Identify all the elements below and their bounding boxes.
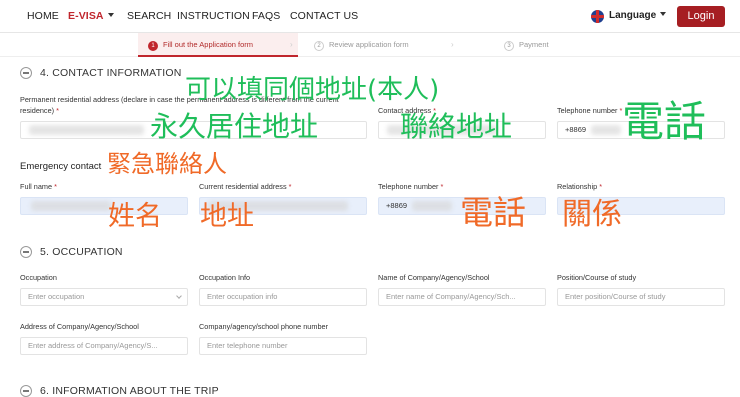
step-3-number: 3: [504, 41, 514, 51]
company-address-label: Address of Company/Agency/School: [20, 322, 139, 331]
step-1-number: 1: [148, 41, 158, 51]
nav-evisa[interactable]: E-VISA: [68, 10, 114, 22]
nav-home[interactable]: HOME: [27, 10, 59, 22]
annotation-same-address: 可以填同個地址(本人): [185, 75, 440, 105]
telephone-value: +8869: [565, 125, 587, 134]
required-mark: *: [54, 182, 57, 191]
telephone-label-text: Telephone number: [557, 106, 618, 115]
emergency-full-name-field[interactable]: [20, 197, 188, 215]
step-3[interactable]: 3 Payment: [504, 40, 549, 51]
full-name-label-text: Full name: [20, 182, 53, 191]
step-2[interactable]: 2 Review application form: [314, 40, 409, 51]
company-name-input[interactable]: Enter name of Company/Agency/Sch...: [378, 288, 546, 306]
collapse-icon[interactable]: [20, 67, 32, 79]
full-name-label: Full name *: [20, 181, 57, 192]
current-address-label-text: Current residential address: [199, 182, 287, 191]
uk-flag-icon: [591, 10, 604, 23]
redacted-text: [29, 125, 144, 135]
step-1-label: Fill out the Application form: [163, 40, 254, 49]
occupation-placeholder: Enter occupation: [28, 292, 85, 301]
position-input[interactable]: Enter position/Course of study: [557, 288, 725, 306]
chevron-down-icon: [660, 12, 667, 16]
nav-contact-us[interactable]: CONTACT US: [290, 10, 358, 22]
step-2-number: 2: [314, 41, 324, 51]
emergency-phone-value: +8869: [386, 201, 408, 210]
annotation-relationship: 關係: [562, 197, 622, 232]
language-selector[interactable]: Language: [609, 10, 667, 21]
emergency-phone-label: Telephone number *: [378, 181, 443, 192]
step-2-label: Review application form: [329, 40, 409, 49]
chevron-right-icon: ›: [451, 40, 454, 49]
position-label: Position/Course of study: [557, 273, 637, 282]
annotation-permanent-address: 永久居住地址: [150, 110, 319, 143]
emergency-contact-title: Emergency contact: [20, 161, 102, 172]
section-trip-title: 6. INFORMATION ABOUT THE TRIP: [40, 385, 219, 397]
chevron-down-icon: [176, 293, 182, 299]
login-button[interactable]: Login: [677, 6, 725, 27]
required-mark: *: [288, 182, 292, 191]
current-address-label: Current residential address *: [199, 181, 291, 192]
company-name-label: Name of Company/Agency/School: [378, 273, 490, 282]
company-phone-label: Company/agency/school phone number: [199, 322, 328, 331]
telephone-label: Telephone number *: [557, 105, 622, 116]
step-1[interactable]: 1 Fill out the Application form: [148, 40, 253, 51]
chevron-down-icon: [107, 13, 114, 17]
collapse-icon[interactable]: [20, 385, 32, 397]
annotation-emergency-contact: 緊急聯絡人: [107, 150, 227, 178]
nav-instruction[interactable]: INSTRUCTION: [177, 10, 250, 22]
redacted-text: [412, 201, 452, 211]
occupation-select[interactable]: Enter occupation: [20, 288, 188, 306]
relationship-label: Relationship *: [557, 181, 602, 192]
emergency-phone-label-text: Telephone number: [378, 182, 439, 191]
occupation-info-label: Occupation Info: [199, 273, 251, 282]
annotation-phone: 電話: [622, 97, 707, 146]
collapse-icon[interactable]: [20, 246, 32, 258]
annotation-phone-2: 電話: [460, 193, 526, 232]
nav-evisa-label: E-VISA: [68, 10, 104, 22]
section-contact-title: 4. CONTACT INFORMATION: [40, 67, 182, 79]
required-mark: *: [440, 182, 444, 191]
language-label: Language: [609, 10, 657, 21]
section-occupation-title: 5. OCCUPATION: [40, 246, 123, 258]
redacted-text: [31, 201, 111, 211]
step-3-label: Payment: [519, 40, 549, 49]
occupation-info-input[interactable]: Enter occupation info: [199, 288, 367, 306]
annotation-name: 姓名: [108, 201, 162, 232]
company-phone-input[interactable]: Enter telephone number: [199, 337, 367, 355]
annotation-contact-address: 聯絡地址: [400, 110, 513, 143]
redacted-text: [591, 125, 621, 135]
nav-search[interactable]: SEARCH: [127, 10, 171, 22]
top-nav: HOME E-VISA SEARCH INSTRUCTION FAQS CONT…: [0, 0, 740, 33]
relationship-label-text: Relationship: [557, 182, 598, 191]
annotation-address: 地址: [200, 201, 254, 232]
required-mark: *: [599, 182, 603, 191]
nav-faqs[interactable]: FAQS: [252, 10, 280, 22]
required-mark: *: [56, 106, 59, 115]
occupation-label: Occupation: [20, 273, 57, 282]
chevron-right-icon: ›: [290, 40, 293, 49]
company-address-input[interactable]: Enter address of Company/Agency/S...: [20, 337, 188, 355]
